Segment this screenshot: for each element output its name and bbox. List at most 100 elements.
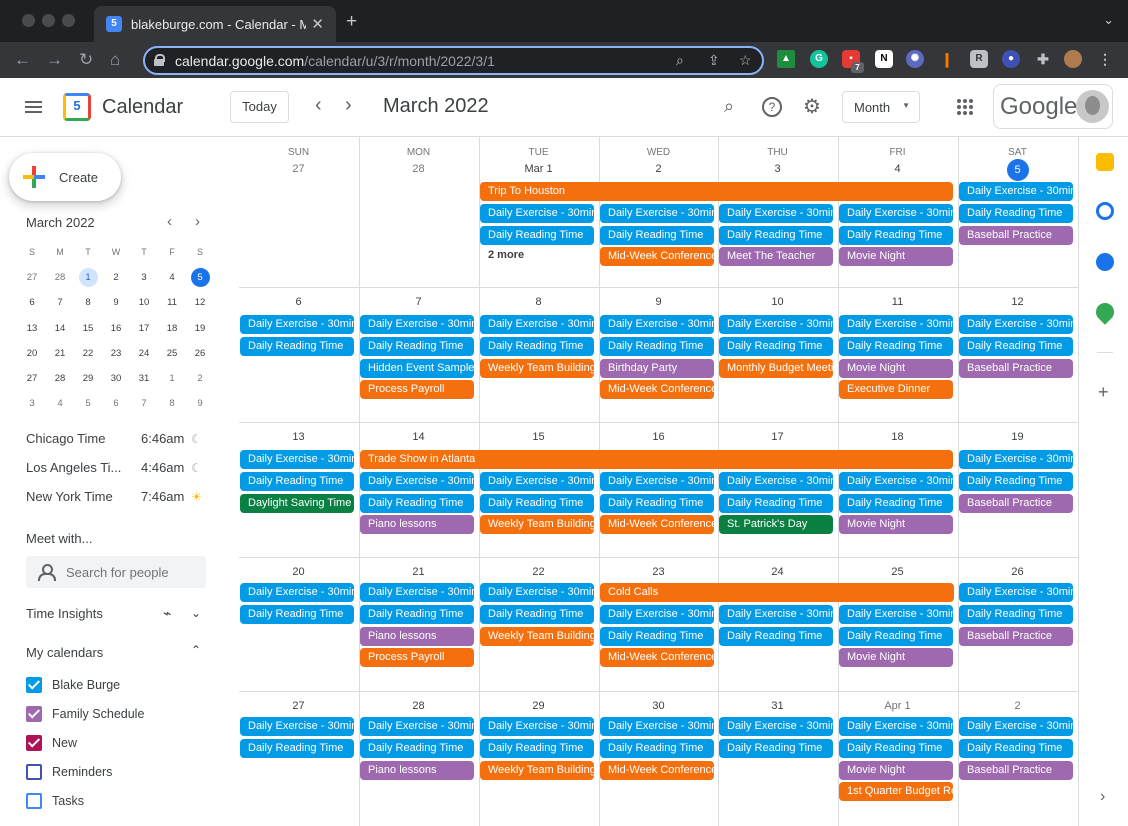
event-chip[interactable]: Daily Reading Time xyxy=(600,738,714,758)
event-chip[interactable]: Daily Exercise - 30mins xyxy=(480,471,594,491)
event-chip[interactable]: Daily Reading Time xyxy=(839,225,953,245)
event-chip[interactable]: Trade Show in Atlanta xyxy=(360,450,953,469)
share-icon[interactable]: ⇪ xyxy=(708,52,720,69)
event-chip[interactable]: Daily Reading Time xyxy=(959,738,1073,758)
mini-day[interactable]: 6 xyxy=(102,391,130,416)
mini-day[interactable]: 13 xyxy=(18,316,46,341)
event-chip[interactable]: Daily Reading Time xyxy=(959,471,1073,491)
event-chip[interactable]: Daily Reading Time xyxy=(600,225,714,245)
my-calendars-collapse-icon[interactable]: ⌃ xyxy=(191,643,201,657)
day-number[interactable]: 11 xyxy=(838,296,957,308)
event-chip[interactable]: Daily Reading Time xyxy=(480,604,594,624)
today-indicator[interactable]: 5 xyxy=(1006,159,1029,181)
mini-day[interactable]: 18 xyxy=(158,316,186,341)
browser-menu-icon[interactable]: ⋮ xyxy=(1096,50,1114,68)
app-name[interactable]: Calendar xyxy=(102,96,183,119)
maps-icon[interactable] xyxy=(1092,299,1118,325)
mini-day[interactable]: 12 xyxy=(186,290,214,315)
previous-month-icon[interactable]: ‹ xyxy=(315,94,322,117)
mini-day[interactable]: 29 xyxy=(74,366,102,391)
day-number[interactable]: 22 xyxy=(479,566,598,578)
day-number[interactable]: 21 xyxy=(359,566,478,578)
event-chip[interactable]: Process Payroll xyxy=(360,648,474,668)
event-chip[interactable]: Daily Exercise - 30mins xyxy=(480,583,594,602)
mini-day[interactable]: 20 xyxy=(18,341,46,366)
event-chip[interactable]: Daily Reading Time xyxy=(240,336,354,356)
event-chip[interactable]: Daily Reading Time xyxy=(959,604,1073,624)
mini-day[interactable]: 10 xyxy=(130,290,158,315)
event-chip[interactable]: Daylight Saving Time starts xyxy=(240,493,354,513)
insights-chart-icon[interactable]: ⌁ xyxy=(163,605,171,622)
main-menu-icon[interactable] xyxy=(25,101,42,113)
reload-icon[interactable]: ↻ xyxy=(79,50,93,70)
mini-day[interactable]: 1 xyxy=(158,366,186,391)
mini-day[interactable]: 5 xyxy=(74,391,102,416)
event-chip[interactable]: Daily Exercise - 30mins xyxy=(600,315,714,334)
day-number[interactable]: 4 xyxy=(838,163,957,175)
day-number[interactable]: 24 xyxy=(718,566,837,578)
event-chip[interactable]: Daily Reading Time xyxy=(839,336,953,356)
event-chip[interactable]: Daily Exercise - 30mins xyxy=(360,471,474,491)
event-chip[interactable]: Weekly Team Building xyxy=(480,760,594,780)
event-chip[interactable]: Daily Reading Time xyxy=(480,225,594,245)
day-number[interactable]: 19 xyxy=(958,431,1077,443)
calendar-checkbox[interactable] xyxy=(26,793,42,809)
my-calendars-heading[interactable]: My calendars xyxy=(26,645,103,660)
mini-day[interactable]: 24 xyxy=(130,341,158,366)
event-chip[interactable]: Daily Reading Time xyxy=(480,493,594,513)
address-bar[interactable]: calendar.google.com/calendar/u/3/r/month… xyxy=(143,46,764,75)
calendar-checkbox[interactable] xyxy=(26,735,42,751)
mini-day[interactable]: 2 xyxy=(102,265,130,290)
mini-day[interactable]: 28 xyxy=(46,366,74,391)
event-chip[interactable]: Daily Exercise - 30mins xyxy=(240,583,354,602)
event-chip[interactable]: Baseball Practice xyxy=(959,493,1073,513)
r-extension-icon[interactable]: R xyxy=(970,50,988,68)
grammarly-extension-icon[interactable]: G xyxy=(810,50,828,68)
lock-icon[interactable] xyxy=(154,54,165,66)
day-number[interactable]: 26 xyxy=(958,566,1077,578)
event-chip[interactable]: Daily Reading Time xyxy=(719,738,833,758)
event-chip[interactable]: Trip To Houston xyxy=(480,182,953,201)
mini-day[interactable]: 19 xyxy=(186,316,214,341)
event-chip[interactable]: Daily Exercise - 30mins xyxy=(959,583,1073,602)
notion-extension-icon[interactable]: N xyxy=(875,50,893,68)
mini-day[interactable]: 27 xyxy=(18,265,46,290)
day-number[interactable]: 31 xyxy=(718,700,837,712)
event-chip[interactable]: Mid-Week Conference xyxy=(600,648,714,668)
mini-day[interactable]: 8 xyxy=(158,391,186,416)
event-chip[interactable]: Daily Exercise - 30mins xyxy=(719,471,833,491)
day-number[interactable]: 12 xyxy=(958,296,1077,308)
settings-gear-icon[interactable]: ⚙ xyxy=(803,94,821,119)
calendar-checkbox[interactable] xyxy=(26,706,42,722)
mini-day[interactable]: 15 xyxy=(74,316,102,341)
event-chip[interactable]: Baseball Practice xyxy=(959,225,1073,245)
mini-next-month-icon[interactable]: › xyxy=(195,213,200,230)
day-number[interactable]: 27 xyxy=(239,163,358,175)
calendar-logo-icon[interactable]: 5 xyxy=(63,93,91,121)
event-chip[interactable]: Daily Exercise - 30mins xyxy=(480,717,594,736)
event-chip[interactable]: Piano lessons xyxy=(360,760,474,780)
event-chip[interactable]: Hidden Event Sample xyxy=(360,358,474,378)
event-chip[interactable]: Daily Exercise - 30mins xyxy=(839,717,953,736)
calendar-checkbox[interactable] xyxy=(26,677,42,693)
event-chip[interactable]: Weekly Team Building xyxy=(480,515,594,535)
mini-day[interactable]: 6 xyxy=(18,290,46,315)
mini-day[interactable]: 26 xyxy=(186,341,214,366)
new-tab-icon[interactable]: + xyxy=(346,11,357,33)
event-chip[interactable]: Daily Exercise - 30mins xyxy=(959,717,1073,736)
add-addon-icon[interactable]: + xyxy=(1098,382,1109,403)
day-number[interactable]: 9 xyxy=(599,296,718,308)
event-chip[interactable]: Daily Exercise - 30mins xyxy=(839,604,953,624)
event-chip[interactable]: Piano lessons xyxy=(360,515,474,535)
event-chip[interactable]: Daily Exercise - 30mins xyxy=(240,717,354,736)
view-selector[interactable]: Month ▼ xyxy=(842,91,920,123)
zoom-icon[interactable]: ⌕ xyxy=(676,52,684,69)
day-number[interactable]: 30 xyxy=(599,700,718,712)
event-chip[interactable]: Daily Reading Time xyxy=(360,493,474,513)
event-chip[interactable]: Daily Exercise - 30mins xyxy=(719,315,833,334)
mini-day[interactable]: 9 xyxy=(186,391,214,416)
event-chip[interactable]: Daily Reading Time xyxy=(240,738,354,758)
browser-tab[interactable]: 5 blakeburge.com - Calendar - March 2022… xyxy=(94,6,336,42)
help-icon[interactable]: ? xyxy=(762,97,782,117)
event-chip[interactable]: Daily Reading Time xyxy=(480,738,594,758)
